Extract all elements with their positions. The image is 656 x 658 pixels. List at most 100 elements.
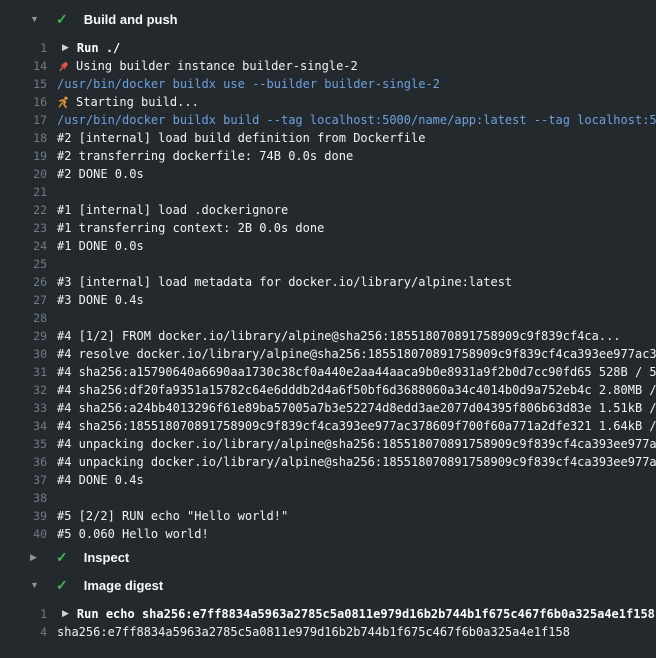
log-text: #5 0.060 Hello world! <box>57 525 209 543</box>
line-number[interactable]: 14 <box>0 57 47 75</box>
log-text: Run echo sha256:e7ff8834a5963a2785c5a081… <box>77 605 655 623</box>
log-line-text: #4 resolve docker.io/library/alpine@sha2… <box>57 345 656 363</box>
log-line: 4 sha256:e7ff8834a5963a2785c5a0811e979d16… <box>0 623 656 641</box>
log-text: #4 resolve docker.io/library/alpine@sha2… <box>57 345 656 363</box>
log-line-text: Starting build... <box>57 93 656 111</box>
line-number[interactable]: 21 <box>0 183 47 201</box>
log-text: Starting build... <box>76 93 199 111</box>
log-line: 33 #4 sha256:a24bb4013296f61e89ba57005a7b… <box>0 399 656 417</box>
log-line-text: Using builder instance builder-single-2 <box>57 57 656 75</box>
section-log-lines: 1 ▶Run ./ 14 Using builder instance builder… <box>0 33 656 543</box>
log-text: #3 [internal] load metadata for docker.i… <box>57 273 512 291</box>
actions-log: ▼✓Build and push1▶Run ./14Using builder … <box>0 0 656 658</box>
chevron-down-icon[interactable]: ▼ <box>30 15 44 24</box>
log-line: 34#4 sha256:185518070891758909c9f839cf4c… <box>0 417 656 435</box>
line-number[interactable]: 4 <box>0 623 47 641</box>
section-header-build-and-push[interactable]: ▼✓Build and push <box>0 5 656 33</box>
line-number[interactable]: 26 <box>0 273 47 291</box>
line-number[interactable]: 16 <box>0 93 47 111</box>
run-toggle-icon[interactable]: ▶ <box>62 44 69 53</box>
log-line-text <box>57 489 656 507</box>
log-line-text: #3 [internal] load metadata for docker.i… <box>57 273 656 291</box>
log-text: #4 DONE 0.4s <box>57 471 144 489</box>
check-icon: ✓ <box>56 550 68 564</box>
log-line: 31 #4 sha256:a15790640a6690aa1730c38cf0a4… <box>0 363 656 381</box>
line-number[interactable]: 30 <box>0 345 47 363</box>
pushpin-icon <box>57 60 70 73</box>
log-line-text: #4 unpacking docker.io/library/alpine@sh… <box>57 453 656 471</box>
log-line: 21 <box>0 183 656 201</box>
line-number[interactable]: 20 <box>0 165 47 183</box>
log-line: 18 #2 [internal] load build definition fr… <box>0 129 656 147</box>
line-number[interactable]: 24 <box>0 237 47 255</box>
log-line: 1 ▶Run ./ <box>0 39 656 57</box>
section-header-image-digest[interactable]: ▼✓Image digest <box>0 571 656 599</box>
log-line-text: #5 0.060 Hello world! <box>57 525 656 543</box>
log-line-text: #4 sha256:a15790640a6690aa1730c38cf0a440… <box>57 363 656 381</box>
line-number[interactable]: 38 <box>0 489 47 507</box>
log-line: 37 #4 DONE 0.4s <box>0 471 656 489</box>
line-number[interactable]: 36 <box>0 453 47 471</box>
log-line: 28 <box>0 309 656 327</box>
log-line-text: #4 sha256:a24bb4013296f61e89ba57005a7b3e… <box>57 399 656 417</box>
log-line-text: #3 DONE 0.4s <box>57 291 656 309</box>
line-number[interactable]: 27 <box>0 291 47 309</box>
log-line: 39#5 [2/2] RUN echo "Hello world!" <box>0 507 656 525</box>
section-log-lines: 1 ▶ Run echo sha256:e7ff8834a5963a2785c5a0… <box>0 599 656 641</box>
log-line-text: #2 DONE 0.0s <box>57 165 656 183</box>
line-number[interactable]: 15 <box>0 75 47 93</box>
line-number[interactable]: 18 <box>0 129 47 147</box>
chevron-down-icon[interactable]: ▼ <box>30 581 44 590</box>
log-text: #2 [internal] load build definition from… <box>57 129 425 147</box>
log-section-build-and-push: ▼✓Build and push 1 ▶Run ./ 14 Using builder … <box>0 5 656 543</box>
log-text: #2 DONE 0.0s <box>57 165 144 183</box>
line-number[interactable]: 37 <box>0 471 47 489</box>
line-number[interactable]: 39 <box>0 507 47 525</box>
line-number[interactable]: 28 <box>0 309 47 327</box>
log-line: 20 #2 DONE 0.0s <box>0 165 656 183</box>
log-text: /usr/bin/docker buildx build --tag local… <box>57 111 656 129</box>
line-number[interactable]: 31 <box>0 363 47 381</box>
line-number[interactable]: 35 <box>0 435 47 453</box>
line-number[interactable]: 29 <box>0 327 47 345</box>
line-number[interactable]: 33 <box>0 399 47 417</box>
line-number[interactable]: 19 <box>0 147 47 165</box>
line-number[interactable]: 1 <box>0 605 47 623</box>
chevron-right-icon[interactable]: ▶ <box>30 553 44 562</box>
line-number[interactable]: 22 <box>0 201 47 219</box>
log-text: #3 DONE 0.4s <box>57 291 144 309</box>
log-text: #4 [1/2] FROM docker.io/library/alpine@s… <box>57 327 621 345</box>
log-text: #2 transferring dockerfile: 74B 0.0s don… <box>57 147 353 165</box>
line-number[interactable]: 25 <box>0 255 47 273</box>
run-toggle-icon[interactable]: ▶ <box>62 610 69 619</box>
log-line-text: #4 sha256:df20fa9351a15782c64e6dddb2d4a6… <box>57 381 656 399</box>
line-number[interactable]: 40 <box>0 525 47 543</box>
log-section-inspect: ▶✓Inspect <box>0 543 656 571</box>
log-text: #4 sha256:df20fa9351a15782c64e6dddb2d4a6… <box>57 381 656 399</box>
log-line-text: ▶Run ./ <box>57 39 656 57</box>
log-line: 35#4 unpacking docker.io/library/alpine@… <box>0 435 656 453</box>
log-line: 29 #4 [1/2] FROM docker.io/library/alpine… <box>0 327 656 345</box>
log-text: #4 unpacking docker.io/library/alpine@sh… <box>57 453 656 471</box>
log-line-text: #4 [1/2] FROM docker.io/library/alpine@s… <box>57 327 656 345</box>
runner-icon <box>57 96 70 109</box>
log-line-text: #1 transferring context: 2B 0.0s done <box>57 219 656 237</box>
log-line-text: #4 DONE 0.4s <box>57 471 656 489</box>
line-number[interactable]: 17 <box>0 111 47 129</box>
line-number[interactable]: 1 <box>0 39 47 57</box>
log-line: 26 #3 [internal] load metadata for docker… <box>0 273 656 291</box>
section-title: Image digest <box>84 578 163 593</box>
log-line: 22 #1 [internal] load .dockerignore <box>0 201 656 219</box>
section-header-inspect[interactable]: ▶✓Inspect <box>0 543 656 571</box>
log-line: 16 Starting build... <box>0 93 656 111</box>
log-line: 14 Using builder instance builder-single-… <box>0 57 656 75</box>
line-number[interactable]: 23 <box>0 219 47 237</box>
log-section-image-digest: ▼✓Image digest 1 ▶ Run echo sha256:e7ff8834… <box>0 571 656 641</box>
line-number[interactable]: 32 <box>0 381 47 399</box>
line-number[interactable]: 34 <box>0 417 47 435</box>
log-line-text: sha256:e7ff8834a5963a2785c5a0811e979d16b… <box>57 623 656 641</box>
log-line-text: #1 [internal] load .dockerignore <box>57 201 656 219</box>
section-title: Build and push <box>84 12 178 27</box>
log-text: #4 sha256:a15790640a6690aa1730c38cf0a440… <box>57 363 656 381</box>
log-line: 30 #4 resolve docker.io/library/alpine@sh… <box>0 345 656 363</box>
